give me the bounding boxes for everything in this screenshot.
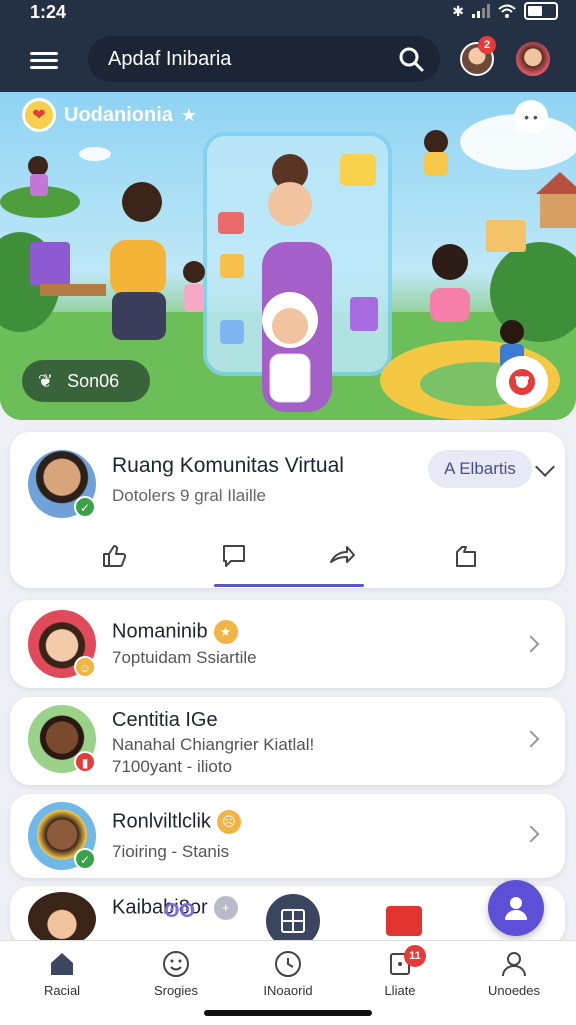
share-button[interactable] xyxy=(322,538,362,574)
community-post-card[interactable]: ✓ Ruang Komunitas Virtual Dotolers 9 gra… xyxy=(10,432,565,588)
like-button[interactable] xyxy=(94,538,134,574)
hero-action-button[interactable] xyxy=(496,356,548,408)
add-icon: + xyxy=(213,896,238,920)
thumbs-up-icon xyxy=(103,545,127,567)
hero-banner[interactable]: ❤ Uodanionia ★ • • ❦ Son06 xyxy=(0,92,576,420)
list-item-subtitle: 7ioiring - Stanis xyxy=(112,842,230,861)
nav-stories[interactable]: Srogies xyxy=(128,949,224,998)
clock-icon xyxy=(275,951,301,977)
status-icons: ✱ xyxy=(452,2,558,20)
list-item-meta: 7100yant - ilioto xyxy=(112,757,233,776)
post-actions xyxy=(10,538,565,574)
chevron-right-icon[interactable] xyxy=(522,730,540,748)
bookmark-icon xyxy=(456,546,476,567)
list-item[interactable]: ✓ Ronlviltlclik ☹ 7ioiring - Stanis xyxy=(10,794,565,878)
bluetooth-icon: ✱ xyxy=(452,2,464,19)
comment-button[interactable] xyxy=(214,538,254,574)
nav-badge: 11 xyxy=(404,945,426,967)
glasses-icon: ʘʘ xyxy=(164,900,196,922)
grid-icon xyxy=(281,909,305,933)
emoji-icon: ★ xyxy=(213,620,238,644)
save-button[interactable] xyxy=(446,538,486,574)
chevron-right-icon[interactable] xyxy=(522,825,540,843)
search-bar[interactable]: Apdaf Inibaria xyxy=(88,36,440,82)
nav-discover[interactable]: INoaorid xyxy=(240,949,336,998)
user-icon xyxy=(502,952,526,977)
verified-check-icon: ✓ xyxy=(74,496,96,518)
nav-updates[interactable]: 11 Lliate xyxy=(352,945,448,998)
heart-logo-icon: ❤ xyxy=(22,98,56,132)
media-icon[interactable] xyxy=(386,906,422,936)
comment-icon xyxy=(223,545,245,567)
hero-chip-label: Son06 xyxy=(67,370,120,391)
nav-label: INoaorid xyxy=(263,983,313,998)
list-item-title: Nomaninib ★ xyxy=(112,620,238,644)
emoji-badge-icon: ☺ xyxy=(74,656,96,678)
follow-button[interactable]: A Elbartis xyxy=(428,450,532,488)
profile-avatar[interactable] xyxy=(516,42,550,76)
top-bar: 1:24 ✱ Apdaf Inibaria 2 xyxy=(0,0,576,92)
nav-label: Racial xyxy=(43,983,81,998)
hero-title-group: ❤ Uodanionia ★ xyxy=(22,98,197,132)
verified-check-icon: ✓ xyxy=(74,848,96,870)
list-item-title: Ronlviltlclik ☹ xyxy=(112,810,241,834)
profile-fab-button[interactable] xyxy=(488,880,544,936)
more-icon[interactable]: • • xyxy=(514,100,548,134)
search-icon[interactable] xyxy=(398,46,424,72)
list-item-subtitle: 7optuidam Ssiartile xyxy=(112,648,257,667)
emoji-icon: ☹ xyxy=(216,810,241,834)
nav-label: Srogies xyxy=(153,983,199,998)
hero-title: Uodanionia xyxy=(64,103,173,126)
post-subtitle: Dotolers 9 gral Ilaille xyxy=(112,486,267,505)
face-icon xyxy=(509,369,535,395)
menu-button[interactable] xyxy=(30,48,58,70)
post-title: Ruang Komunitas Virtual xyxy=(112,454,344,477)
chevron-right-icon[interactable] xyxy=(522,635,540,653)
nav-label: Unoedes xyxy=(487,983,541,998)
star-icon: ★ xyxy=(180,104,198,125)
active-tab-indicator xyxy=(214,584,364,587)
smile-icon xyxy=(163,951,189,977)
list-item-subtitle: Nanahal Chiangrier Kiatlal! xyxy=(112,735,315,754)
share-icon xyxy=(330,546,355,563)
leaf-icon: ❦ xyxy=(38,370,54,391)
nav-profile[interactable]: Unoedes xyxy=(466,949,562,998)
list-item[interactable]: ☺ Nomaninib ★ 7optuidam Ssiartile xyxy=(10,600,565,688)
home-icon xyxy=(51,953,73,975)
person-icon xyxy=(505,897,527,920)
list-avatar xyxy=(28,892,96,946)
notification-badge: 2 xyxy=(478,36,496,54)
list-item[interactable]: ▮ Centitia IGe Nanahal Chiangrier Kiatla… xyxy=(10,697,565,785)
battery-icon xyxy=(524,2,558,20)
book-badge-icon: ▮ xyxy=(74,751,96,773)
chevron-down-icon[interactable] xyxy=(535,457,555,477)
hero-chip-button[interactable]: ❦ Son06 xyxy=(22,360,150,402)
nav-label: Lliate xyxy=(384,983,416,998)
search-input[interactable]: Apdaf Inibaria xyxy=(108,48,398,71)
wifi-icon xyxy=(498,4,516,18)
list-item-title: Centitia IGe xyxy=(112,709,218,731)
nav-home[interactable]: Racial xyxy=(14,949,110,998)
status-time: 1:24 xyxy=(30,2,67,22)
signal-icon xyxy=(472,4,490,18)
home-indicator xyxy=(204,1010,372,1016)
